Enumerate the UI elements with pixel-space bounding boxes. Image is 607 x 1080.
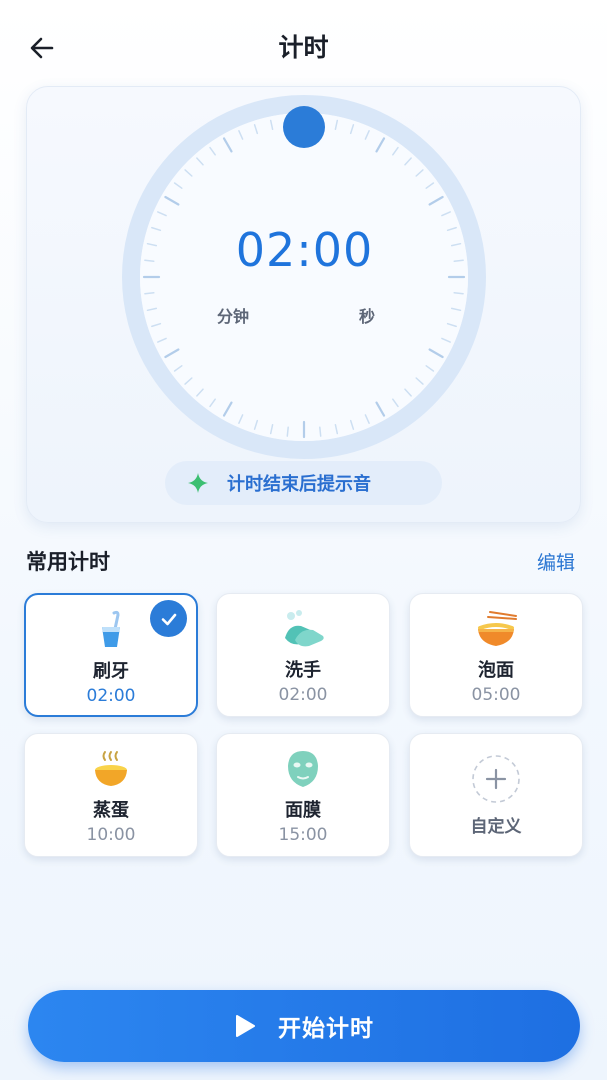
toothbrush-cup-icon bbox=[102, 610, 120, 647]
time-display[interactable]: 02:00 bbox=[27, 223, 582, 277]
checkmark-icon bbox=[161, 613, 176, 625]
dial-tick bbox=[453, 292, 464, 295]
end-sound-toggle[interactable]: 计时结束后提示音 bbox=[165, 461, 442, 505]
seconds-unit-label: 秒 bbox=[359, 307, 376, 326]
noodle-bowl-icon bbox=[478, 611, 517, 646]
preset-name: 刷牙 bbox=[93, 661, 129, 682]
preset-duration: 05:00 bbox=[471, 685, 521, 705]
preset-name: 面膜 bbox=[285, 800, 321, 821]
timer-dial[interactable] bbox=[27, 87, 582, 524]
dial-tick bbox=[286, 426, 289, 437]
plus-icon bbox=[472, 755, 520, 803]
dial-handle[interactable] bbox=[283, 106, 325, 148]
preset-name: 泡面 bbox=[478, 660, 514, 681]
sparkle-icon bbox=[188, 473, 208, 493]
preset-duration: 02:00 bbox=[86, 686, 136, 706]
dial-tick bbox=[144, 292, 155, 295]
preset-duration: 15:00 bbox=[278, 825, 328, 845]
end-sound-label: 计时结束后提示音 bbox=[227, 474, 371, 495]
play-icon bbox=[236, 1015, 255, 1037]
minutes-unit-label: 分钟 bbox=[217, 307, 250, 326]
start-timer-label: 开始计时 bbox=[278, 1016, 374, 1042]
preset-card-instant-noodles[interactable]: 泡面 05:00 bbox=[409, 593, 583, 717]
page-title: 计时 bbox=[278, 33, 329, 62]
preset-duration: 02:00 bbox=[278, 685, 328, 705]
header: 计时 bbox=[0, 0, 607, 94]
preset-duration: 10:00 bbox=[86, 825, 136, 845]
preset-card-wash-hands[interactable]: 洗手 02:00 bbox=[216, 593, 390, 717]
preset-card-custom[interactable]: 自定义 bbox=[409, 733, 583, 857]
timer-card: 02:00 分钟 秒 计时结束后提示音 bbox=[26, 86, 581, 523]
preset-card-steamed-egg[interactable]: 蒸蛋 10:00 bbox=[24, 733, 198, 857]
face-mask-icon bbox=[288, 751, 318, 787]
preset-card-face-mask[interactable]: 面膜 15:00 bbox=[216, 733, 390, 857]
preset-name: 洗手 bbox=[285, 660, 321, 681]
presets-section-title: 常用计时 bbox=[26, 550, 110, 574]
washing-hands-icon bbox=[285, 610, 324, 647]
custom-preset-label: 自定义 bbox=[470, 817, 522, 837]
edit-presets-button[interactable]: 编辑 bbox=[537, 548, 575, 575]
steamed-egg-icon bbox=[95, 751, 127, 786]
dial-tick bbox=[319, 426, 322, 437]
preset-name: 蒸蛋 bbox=[93, 800, 129, 821]
selected-check-badge bbox=[150, 600, 187, 637]
preset-card-brush-teeth[interactable]: 刷牙 02:00 bbox=[24, 593, 198, 717]
start-timer-button[interactable]: 开始计时 bbox=[28, 990, 580, 1062]
